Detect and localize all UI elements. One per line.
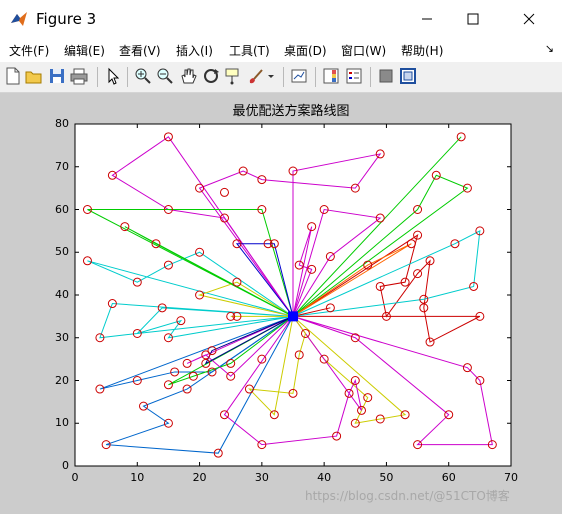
x-tick-label: 0: [71, 471, 79, 484]
watermark: https://blog.csdn.net/@51CTO博客: [305, 489, 510, 503]
depot-marker: [288, 311, 298, 322]
y-tick-label: 10: [55, 416, 69, 430]
y-tick-label: 20: [55, 373, 69, 387]
x-tick-label: 50: [379, 471, 394, 484]
x-tick-label: 40: [317, 471, 332, 484]
route-chart: [74, 123, 512, 467]
x-tick-label: 30: [254, 471, 269, 484]
x-tick-label: 60: [441, 471, 456, 484]
y-tick-label: 60: [55, 202, 69, 216]
y-tick-label: 70: [55, 159, 69, 173]
depot-marker-group: [288, 311, 298, 322]
x-tick-label: 10: [130, 471, 145, 484]
x-tick-label: 70: [504, 471, 518, 484]
x-tick-label: 20: [192, 471, 207, 484]
y-tick-label: 0: [62, 459, 69, 472]
y-tick-label: 80: [55, 117, 69, 130]
y-tick-label: 40: [55, 288, 69, 301]
y-tick-label: 30: [55, 330, 69, 344]
y-tick-label: 50: [55, 245, 69, 259]
